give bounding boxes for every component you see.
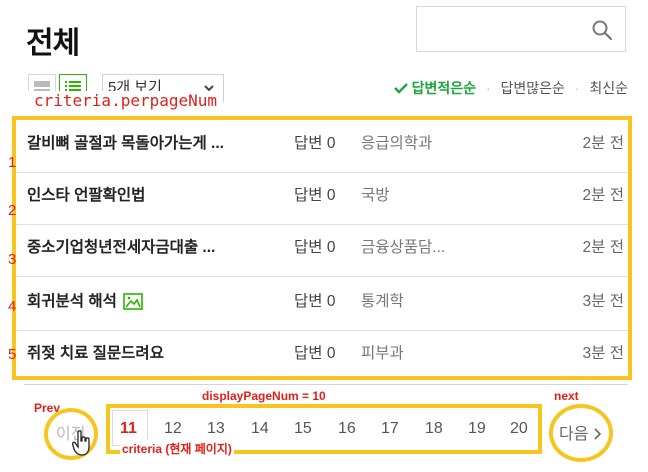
question-title[interactable]: 인스타 언팔확인법 [27,170,145,222]
answer-count: 답변 0 [294,293,336,310]
list-item[interactable]: 인스타 언팔확인법 답변 0 국방 2분 전 [27,170,624,222]
page-link[interactable]: 14 [251,420,269,438]
image-icon [123,293,143,311]
page-link[interactable]: 17 [381,420,399,438]
question-category[interactable]: 국방 [361,170,390,222]
answer-count: 답변 0 [294,135,336,152]
question-time: 3분 전 [582,345,624,362]
answer-count: 답변 0 [294,187,336,204]
page-link[interactable]: 19 [468,420,486,438]
question-title[interactable]: 중소기업청년전세자금대출 ... [27,222,215,274]
search-icon[interactable] [591,19,613,41]
annotation-next: next [554,389,579,403]
separator-dot: · [574,80,580,96]
annotation-row-number: 4 [8,298,17,315]
sort-options: 답변적은순 · 답변많은순 · 최신순 [393,78,628,98]
sort-most-answers[interactable]: 답변많은순 [501,78,565,98]
question-time: 2분 전 [582,135,624,152]
list-bottom-divider [24,384,628,385]
question-category[interactable]: 응급의학과 [361,118,432,170]
annotation-row-number: 3 [8,251,17,268]
question-title[interactable]: 갈비뼈 골절과 목돌아가는게 ... [27,118,224,170]
search-input[interactable] [417,7,585,51]
question-time: 3분 전 [582,293,624,310]
question-time: 2분 전 [582,187,624,204]
page-link[interactable]: 16 [338,420,356,438]
page-link[interactable]: 15 [294,420,312,438]
annotation-row-number: 2 [8,202,17,219]
question-title-wrap[interactable]: 회귀분석 해석 [27,276,143,328]
question-category[interactable]: 금융상품담... [361,222,445,274]
page-link-current[interactable]: 11 [120,420,137,438]
sort-fewest-answers[interactable]: 답변적은순 [412,78,476,98]
hand-cursor-icon [72,430,90,456]
question-time: 2분 전 [582,239,624,256]
annotation-perpage: criteria.perpageNum [28,91,224,110]
answer-count: 답변 0 [294,345,336,362]
annotation-row-number: 5 [8,346,17,363]
question-title[interactable]: 쥐젖 치료 질문드려요 [27,328,164,380]
sort-latest[interactable]: 최신순 [589,78,628,98]
search-box [416,6,626,52]
annotation-row-number: 1 [8,154,17,171]
page-link[interactable]: 18 [425,420,443,438]
question-category[interactable]: 통계학 [361,276,404,328]
annotation-criteria: criteria (현재 페이지) [120,440,234,457]
highlight-next-circle [549,404,613,462]
page-title: 전체 [26,27,80,60]
list-item[interactable]: 갈비뼈 골절과 목돌아가는게 ... 답변 0 응급의학과 2분 전 [27,118,624,170]
answer-count: 답변 0 [294,239,336,256]
annotation-display-page-num: displayPageNum = 10 [202,389,326,403]
question-title: 회귀분석 해석 [27,293,117,310]
page-link[interactable]: 13 [207,420,225,438]
check-icon [393,83,408,94]
separator-dot: · [485,80,491,96]
list-item[interactable]: 회귀분석 해석 답변 0 통계학 3분 전 [27,276,624,328]
list-item[interactable]: 쥐젖 치료 질문드려요 답변 0 피부과 3분 전 [27,328,624,380]
page-link[interactable]: 12 [164,420,182,438]
page-link[interactable]: 20 [510,420,528,438]
list-item[interactable]: 중소기업청년전세자금대출 ... 답변 0 금융상품담... 2분 전 [27,222,624,274]
question-category[interactable]: 피부과 [361,328,404,380]
